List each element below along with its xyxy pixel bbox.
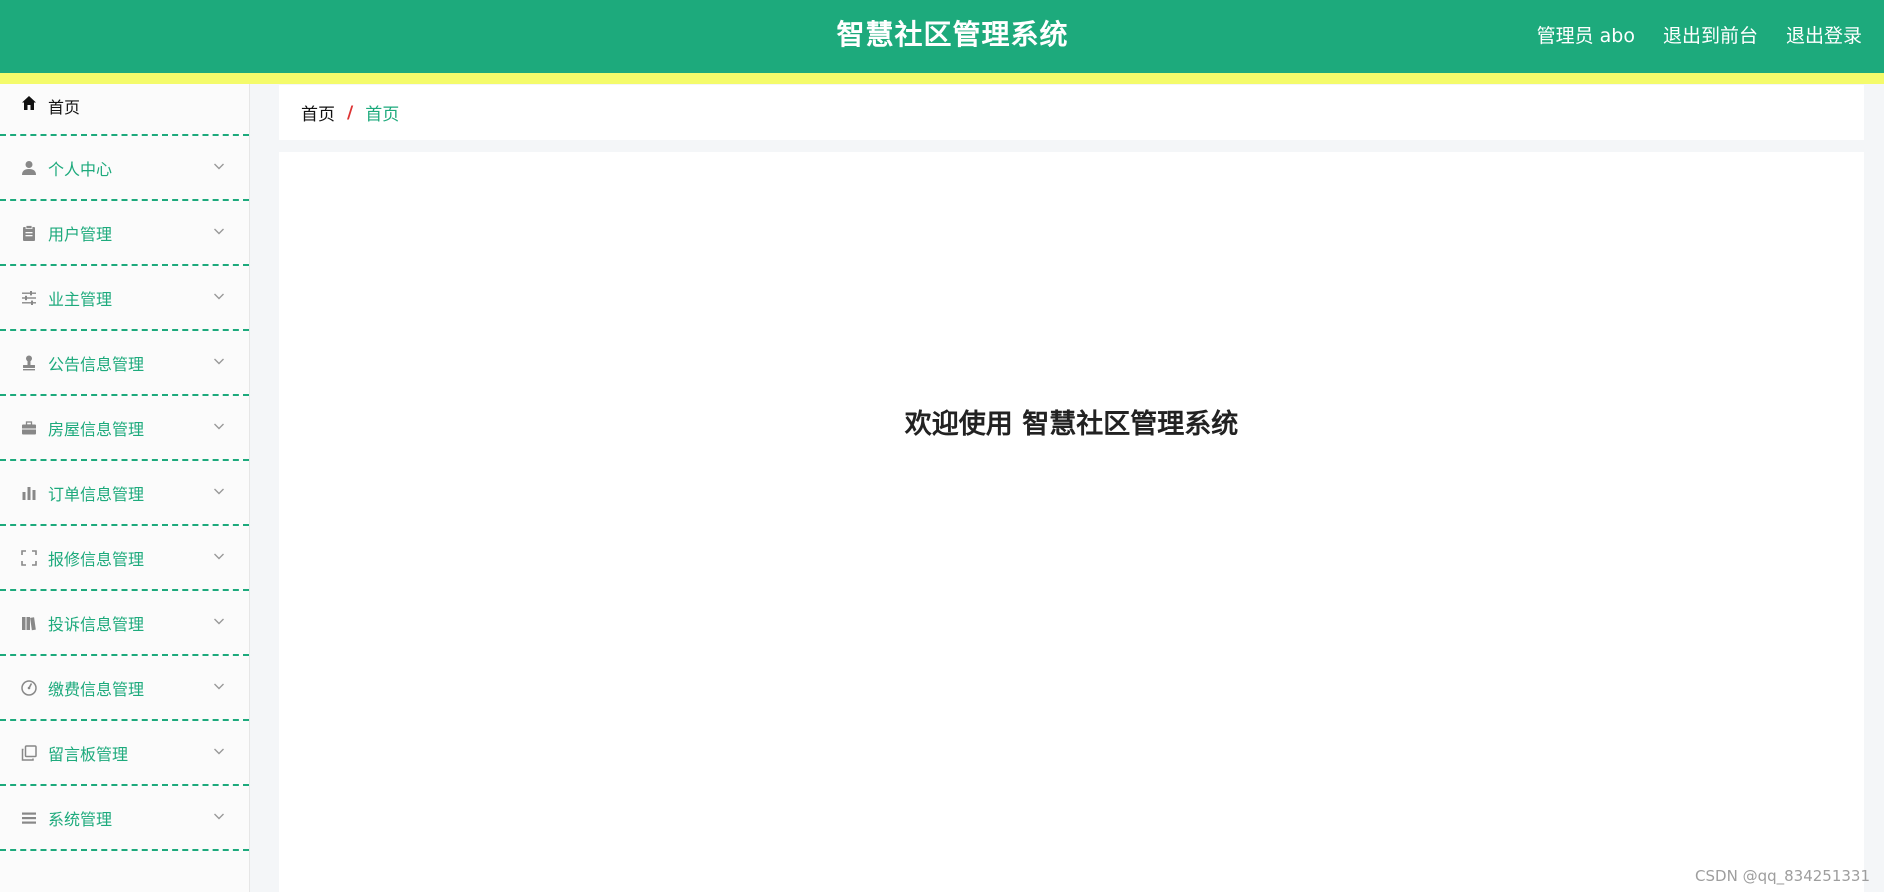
sidebar-item-payment-management[interactable]: 缴费信息管理 [0,656,249,721]
sidebar-item-user-management[interactable]: 用户管理 [0,201,249,266]
gauge-icon [20,679,38,697]
main-content: 欢迎使用 智慧社区管理系统 [279,152,1864,892]
sidebar-item-home[interactable]: 首页 [0,84,249,136]
sidebar-item-label: 个人中心 [48,159,113,179]
chevron-down-icon [214,618,224,625]
breadcrumb: 首页 / 首页 [279,85,1864,140]
sidebar-item-label: 系统管理 [48,809,113,829]
sidebar-item-label: 公告信息管理 [48,354,145,374]
sidebar-item-complaint-management[interactable]: 投诉信息管理 [0,591,249,656]
clipboard-icon [20,224,38,242]
sidebar-item-owner-management[interactable]: 业主管理 [0,266,249,331]
user-icon [20,159,38,177]
sidebar-item-label: 报修信息管理 [48,549,145,569]
watermark: CSDN @qq_834251331 [1695,867,1870,885]
home-icon [20,94,38,112]
chevron-down-icon [214,358,224,365]
sidebar-item-house-management[interactable]: 房屋信息管理 [0,396,249,461]
sidebar-item-personal-center[interactable]: 个人中心 [0,136,249,201]
chevron-down-icon [214,228,224,235]
sidebar-item-label: 房屋信息管理 [48,419,145,439]
menu-icon [20,809,38,827]
sidebar-item-label: 留言板管理 [48,744,129,764]
sidebar-item-label: 投诉信息管理 [48,614,145,634]
chevron-down-icon [214,423,224,430]
sidebar: 首页 个人中心 用户管理 业主管理 公告信息管理 房屋信息管理 订单信息管理 报… [0,84,250,892]
sidebar-item-system-management[interactable]: 系统管理 [0,786,249,851]
header-actions: 管理员 abo 退出到前台 退出登录 [1537,0,1862,68]
breadcrumb-separator: / [347,102,354,123]
sliders-icon [20,289,38,307]
chevron-down-icon [214,163,224,170]
chevron-down-icon [214,683,224,690]
copy-icon [20,744,38,762]
sidebar-item-label: 订单信息管理 [48,484,145,504]
fullscreen-icon [20,549,38,567]
books-icon [20,614,38,632]
chevron-down-icon [214,488,224,495]
sidebar-item-order-management[interactable]: 订单信息管理 [0,461,249,526]
chevron-down-icon [214,553,224,560]
sidebar-item-label: 缴费信息管理 [48,679,145,699]
sidebar-item-label: 业主管理 [48,289,113,309]
sidebar-item-label: 用户管理 [48,224,113,244]
bar-chart-icon [20,484,38,502]
logout-link[interactable]: 退出登录 [1786,21,1862,48]
sidebar-item-message-board-management[interactable]: 留言板管理 [0,721,249,786]
sidebar-item-announcement-management[interactable]: 公告信息管理 [0,331,249,396]
stamp-icon [20,354,38,372]
chevron-down-icon [214,748,224,755]
admin-user-label: 管理员 abo [1536,24,1635,47]
sidebar-item-repair-management[interactable]: 报修信息管理 [0,526,249,591]
breadcrumb-current: 首页 [365,105,400,125]
header-accent-stripe [0,73,1884,84]
chevron-down-icon [214,813,224,820]
briefcase-icon [20,419,38,437]
sidebar-item-label: 首页 [48,98,81,117]
exit-to-frontend-link[interactable]: 退出到前台 [1663,21,1758,48]
welcome-message: 欢迎使用 智慧社区管理系统 [904,409,1239,440]
chevron-down-icon [214,293,224,300]
breadcrumb-home-link[interactable]: 首页 [301,100,335,125]
top-header: 智慧社区管理系统 管理员 abo 退出到前台 退出登录 [0,0,1884,73]
